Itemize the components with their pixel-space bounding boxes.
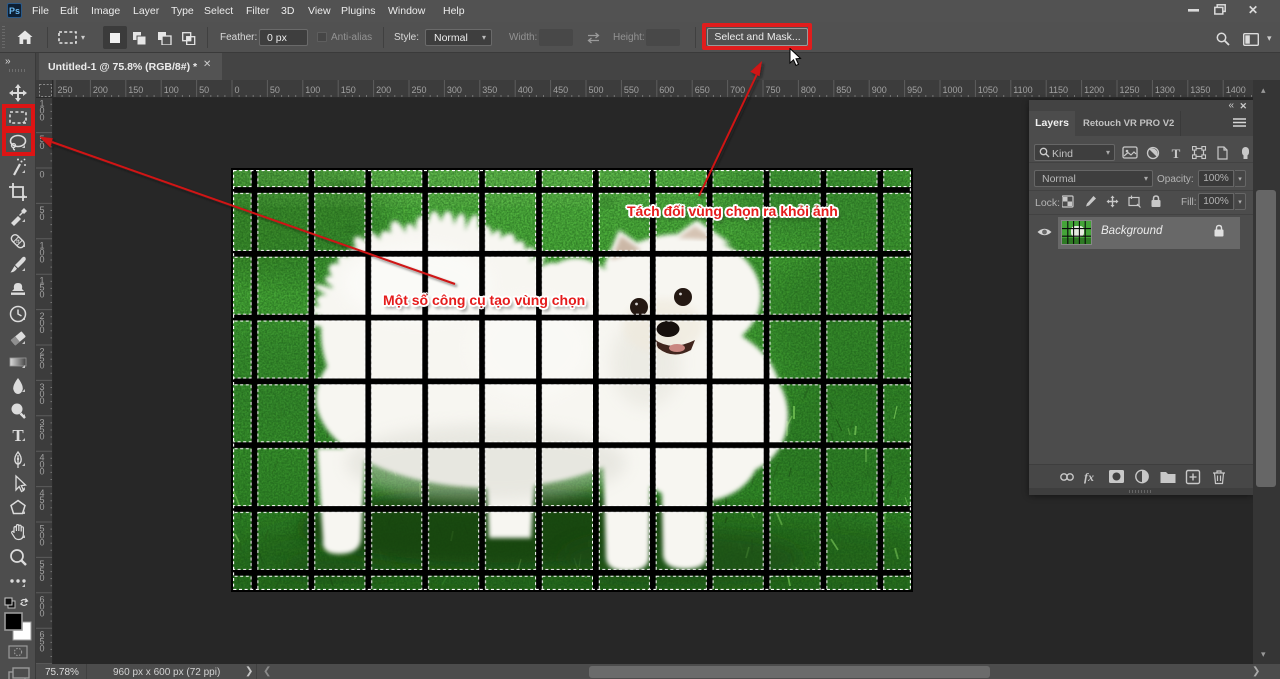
svg-text:300: 300 <box>447 85 462 95</box>
svg-text:0: 0 <box>39 113 44 123</box>
svg-text:450: 450 <box>553 85 568 95</box>
svg-text:0: 0 <box>235 85 240 95</box>
svg-text:800: 800 <box>801 85 816 95</box>
svg-text:500: 500 <box>589 85 604 95</box>
svg-text:550: 550 <box>624 85 639 95</box>
svg-text:50: 50 <box>199 85 209 95</box>
svg-text:0: 0 <box>39 502 44 512</box>
svg-text:0: 0 <box>39 608 44 618</box>
svg-text:50: 50 <box>270 85 280 95</box>
svg-text:0: 0 <box>39 644 44 654</box>
svg-text:200: 200 <box>376 85 391 95</box>
svg-text:0: 0 <box>39 141 44 151</box>
svg-text:150: 150 <box>341 85 356 95</box>
svg-text:1250: 1250 <box>1120 85 1140 95</box>
svg-text:1000: 1000 <box>943 85 963 95</box>
svg-text:fx: fx <box>1084 470 1094 484</box>
svg-text:750: 750 <box>766 85 781 95</box>
svg-text:0: 0 <box>39 467 44 477</box>
svg-text:900: 900 <box>872 85 887 95</box>
svg-text:150: 150 <box>128 85 143 95</box>
svg-text:0: 0 <box>39 170 44 180</box>
svg-text:1300: 1300 <box>1155 85 1175 95</box>
svg-text:T: T <box>1172 146 1181 160</box>
svg-text:0: 0 <box>39 361 44 371</box>
svg-text:1350: 1350 <box>1190 85 1210 95</box>
svg-text:400: 400 <box>518 85 533 95</box>
svg-text:350: 350 <box>482 85 497 95</box>
svg-text:0: 0 <box>39 290 44 300</box>
svg-text:100: 100 <box>164 85 179 95</box>
svg-text:0: 0 <box>39 573 44 583</box>
svg-text:600: 600 <box>659 85 674 95</box>
svg-text:0: 0 <box>39 538 44 548</box>
svg-text:1150: 1150 <box>1049 85 1068 95</box>
svg-text:650: 650 <box>695 85 710 95</box>
svg-text:1400: 1400 <box>1226 85 1246 95</box>
svg-text:850: 850 <box>836 85 851 95</box>
svg-text:0: 0 <box>39 254 44 264</box>
svg-text:0: 0 <box>39 431 44 441</box>
svg-text:700: 700 <box>730 85 745 95</box>
svg-text:250: 250 <box>58 85 73 95</box>
svg-text:1100: 1100 <box>1013 85 1032 95</box>
svg-text:250: 250 <box>412 85 427 95</box>
svg-text:200: 200 <box>93 85 108 95</box>
svg-text:950: 950 <box>907 85 922 95</box>
svg-text:1200: 1200 <box>1084 85 1104 95</box>
svg-text:0: 0 <box>39 212 44 222</box>
svg-text:100: 100 <box>305 85 320 95</box>
svg-text:0: 0 <box>39 396 44 406</box>
svg-text:1050: 1050 <box>978 85 998 95</box>
svg-text:0: 0 <box>39 325 44 335</box>
